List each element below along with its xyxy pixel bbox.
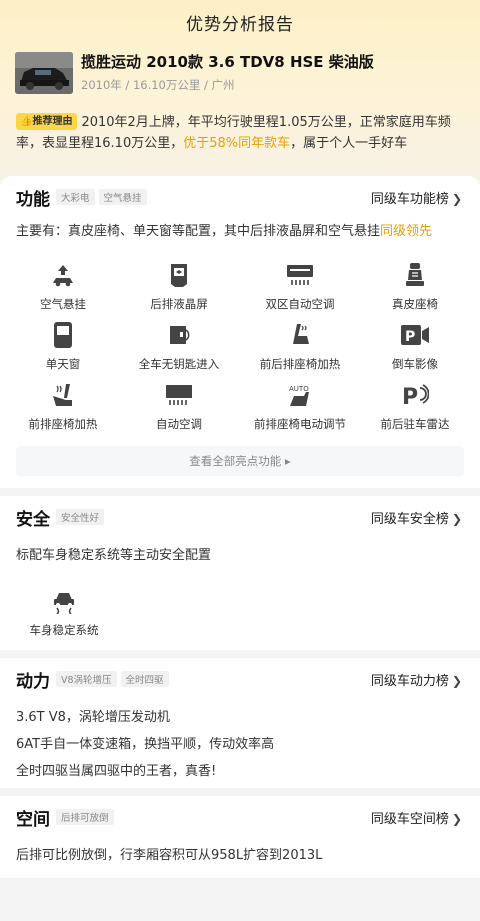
car-title: 揽胜运动 2010款 3.6 TDV8 HSE 柴油版	[81, 53, 374, 71]
car-thumbnail[interactable]	[15, 52, 73, 94]
safety-rank-link[interactable]: 同级车安全榜 ❯	[371, 508, 462, 527]
power-line: 全时四驱当属四驱中的王者，真香!	[16, 764, 217, 779]
leather-seat-icon	[400, 262, 430, 288]
safety-tag: 安全性好	[56, 509, 105, 525]
keyless-entry-icon	[164, 322, 194, 348]
feature-item[interactable]: 真皮座椅	[355, 262, 475, 312]
function-title: 功能	[16, 189, 50, 210]
function-rank-link[interactable]: 同级车功能榜 ❯	[371, 188, 462, 207]
safety-title: 安全	[16, 509, 50, 530]
sunroof-icon	[48, 322, 78, 348]
feature-item[interactable]: 前后排座椅加热	[240, 322, 360, 372]
space-rank-link[interactable]: 同级车空间榜 ❯	[371, 808, 462, 827]
recommend-badge: 👍推荐理由	[16, 113, 78, 130]
parking-radar-icon: P	[400, 382, 430, 408]
power-line: 3.6T V8，涡轮增压发动机	[16, 710, 170, 725]
reason-highlight: 优于58%同年款车	[183, 136, 291, 151]
car-meta: 2010年 / 16.10万公里 / 广州	[81, 78, 235, 92]
space-desc: 后排可比例放倒，行李厢容积可从958L扩容到2013L	[16, 848, 323, 863]
function-section: 功能 大彩电 空气悬挂 同级车功能榜 ❯ 主要有：真皮座椅、单天窗等配置，其中后排…	[0, 176, 480, 488]
dual-zone-ac-icon	[285, 262, 315, 288]
view-all-features-button[interactable]: 查看全部亮点功能 ▸	[16, 446, 464, 476]
space-title: 空间	[16, 809, 50, 830]
power-section: 动力 V8涡轮增压 全时四驱 同级车动力榜 ❯ 3.6T V8，涡轮增压发动机 6…	[0, 658, 480, 788]
chevron-right-icon: ❯	[451, 812, 462, 826]
power-line: 6AT手自一体变速箱，换挡平顺，传动效率高	[16, 737, 275, 752]
function-tag: 大彩电	[56, 189, 95, 205]
power-tag: 全时四驱	[120, 671, 169, 687]
feature-item[interactable]: 后排液晶屏	[119, 262, 239, 312]
power-title: 动力	[16, 671, 50, 692]
rear-screen-icon	[164, 262, 194, 288]
svg-text:P: P	[402, 385, 418, 408]
space-section: 空间 后排可放倒 同级车空间榜 ❯ 后排可比例放倒，行李厢容积可从958L扩容到2…	[0, 796, 480, 878]
power-rank-link[interactable]: 同级车动力榜 ❯	[371, 670, 462, 689]
safety-desc: 标配车身稳定系统等主动安全配置	[16, 548, 212, 563]
page-title: 优势分析报告	[186, 15, 294, 35]
air-suspension-icon	[48, 262, 78, 288]
thumbs-up-icon: 👍	[20, 116, 33, 127]
chevron-right-icon: ❯	[451, 512, 462, 526]
power-details: 3.6T V8，涡轮增压发动机 6AT手自一体变速箱，换挡平顺，传动效率高 全时…	[16, 704, 274, 785]
auto-ac-icon	[164, 382, 194, 408]
feature-item[interactable]: P 前后驻车雷达	[355, 382, 475, 432]
space-tag: 后排可放倒	[56, 809, 114, 825]
reverse-camera-icon: P	[400, 322, 430, 348]
recommend-reason: 👍推荐理由 2010年2月上牌，年平均行驶里程1.05万公里，正常家庭用车频率，…	[16, 112, 464, 156]
safety-section: 安全 安全性好 同级车安全榜 ❯ 标配车身稳定系统等主动安全配置 车身稳定系统	[0, 496, 480, 650]
stability-control-icon	[49, 588, 79, 614]
feature-item[interactable]: AUTO 前排座椅电动调节	[240, 382, 360, 432]
feature-item[interactable]: 双区自动空调	[240, 262, 360, 312]
svg-text:AUTO: AUTO	[289, 385, 309, 393]
function-tag: 空气悬挂	[98, 189, 147, 205]
svg-text:P: P	[405, 329, 415, 345]
feature-item[interactable]: 单天窗	[3, 322, 123, 372]
feature-item[interactable]: P 倒车影像	[355, 322, 475, 372]
feature-item[interactable]: 车身稳定系统	[4, 588, 124, 638]
front-seat-heating-icon	[48, 382, 78, 408]
feature-item[interactable]: 空气悬挂	[3, 262, 123, 312]
function-desc: 主要有：真皮座椅、单天窗等配置，其中后排液晶屏和空气悬挂同级领先	[16, 224, 433, 239]
reason-text-tail: ，属于个人一手好车	[290, 136, 408, 151]
feature-item[interactable]: 自动空调	[119, 382, 239, 432]
chevron-right-icon: ❯	[451, 192, 462, 206]
feature-item[interactable]: 全车无钥匙进入	[119, 322, 239, 372]
seat-heating-icon	[285, 322, 315, 348]
chevron-right-icon: ❯	[451, 674, 462, 688]
power-tag: V8涡轮增压	[56, 671, 117, 687]
power-seat-icon: AUTO	[285, 382, 315, 408]
feature-item[interactable]: 前排座椅加热	[3, 382, 123, 432]
